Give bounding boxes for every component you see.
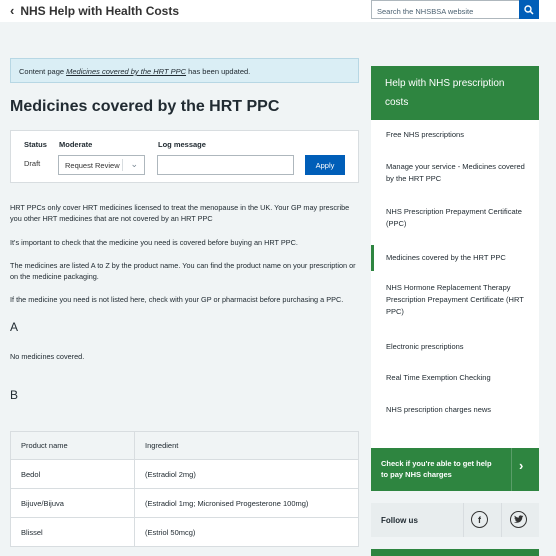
table-row: Bijuve/Bijuva (Estradiol 1mg; Micronised… <box>10 488 359 518</box>
intro-paragraph: HRT PPCs only cover HRT medicines licens… <box>10 203 350 223</box>
back-link-label: NHS Help with Health Costs <box>20 3 180 18</box>
sidebar-item-hrt-medicines[interactable]: Medicines covered by the HRT PPC <box>371 245 539 271</box>
product-cell: Bedol <box>10 459 135 489</box>
section-heading-b: B <box>10 388 19 402</box>
update-notice: Content page Medicines covered by the HR… <box>10 58 359 83</box>
moderate-select[interactable]: Request Review ⌄ <box>58 155 145 175</box>
ingredient-cell: (Estradiol 1mg; Micronised Progesterone … <box>134 488 359 518</box>
chevron-left-icon: ‹ <box>10 3 15 18</box>
search-icon <box>524 4 534 15</box>
page-title: Medicines covered by the HRT PPC <box>10 98 280 115</box>
ingredient-cell: (Estriol 50mcg) <box>134 517 359 547</box>
table-header-row: Product name Ingredient <box>10 431 359 460</box>
back-link[interactable]: ‹ NHS Help with Health Costs <box>10 3 179 18</box>
sidebar-item-charges-news[interactable]: NHS prescription charges news <box>371 404 539 416</box>
chevron-right-icon: › <box>519 458 524 473</box>
follow-divider <box>501 503 502 537</box>
log-message-input[interactable] <box>157 155 294 175</box>
sidebar-item-manage-service[interactable]: Manage your service - Medicines covered … <box>371 161 539 185</box>
column-header-product: Product name <box>10 431 135 460</box>
product-cell: Blissel <box>10 517 135 547</box>
follow-us-label: Follow us <box>381 516 418 525</box>
top-bar: ‹ NHS Help with Health Costs <box>0 0 556 22</box>
moderate-label: Moderate <box>59 140 93 149</box>
follow-divider <box>463 503 464 537</box>
sidebar-list: Free NHS prescriptions Manage your servi… <box>371 120 539 483</box>
table-row: Blissel (Estriol 50mcg) <box>10 517 359 547</box>
sidebar-nav: Help with NHS prescription costs Free NH… <box>371 66 539 483</box>
twitter-bird-glyph <box>513 515 523 523</box>
twitter-icon[interactable] <box>510 511 527 528</box>
search-box <box>371 0 539 20</box>
moderate-select-value: Request Review <box>65 161 120 170</box>
product-cell: Bijuve/Bijuva <box>10 488 135 518</box>
status-value: Draft <box>24 159 41 168</box>
moderation-panel: Status Moderate Log message Draft Reques… <box>10 130 359 183</box>
main-content: Content page Medicines covered by the HR… <box>10 58 359 183</box>
column-header-ingredient: Ingredient <box>134 431 359 460</box>
check-paragraph: It's important to check that the medicin… <box>10 238 298 247</box>
notice-link[interactable]: Medicines covered by the HRT PPC <box>66 67 186 76</box>
search-input[interactable] <box>372 3 520 20</box>
notice-prefix: Content page <box>19 67 67 76</box>
sidebar-item-electronic-prescriptions[interactable]: Electronic prescriptions <box>371 341 539 353</box>
status-label: Status <box>24 140 47 149</box>
sidebar-item-hrt-ppc[interactable]: NHS Hormone Replacement Therapy Prescrip… <box>371 282 539 318</box>
section-heading-a: A <box>10 320 19 334</box>
chevron-down-icon: ⌄ <box>130 159 138 169</box>
section-a-text: No medicines covered. <box>10 352 85 361</box>
log-message-label: Log message <box>158 140 206 149</box>
sidebar-item-free-prescriptions[interactable]: Free NHS prescriptions <box>371 129 539 141</box>
follow-us-bar: Follow us f <box>371 503 539 537</box>
cta-divider <box>511 448 512 491</box>
cta-label: Check if you're able to get help to pay … <box>381 459 492 479</box>
table-row: Bedol (Estradiol 2mg) <box>10 459 359 489</box>
medicines-table: Product name Ingredient Bedol (Estradiol… <box>10 431 359 547</box>
select-divider <box>122 159 123 171</box>
facebook-icon[interactable]: f <box>471 511 488 528</box>
apply-button[interactable]: Apply <box>305 155 345 175</box>
ingredient-cell: (Estradiol 2mg) <box>134 459 359 489</box>
notice-suffix: has been updated. <box>186 67 251 76</box>
sidebar-heading: Help with NHS prescription costs <box>371 66 539 120</box>
search-button[interactable] <box>519 0 539 19</box>
help-charges-cta[interactable]: Check if you're able to get help to pay … <box>371 448 539 491</box>
footer-green-strip <box>371 549 539 556</box>
listing-paragraph: The medicines are listed A to Z by the p… <box>10 261 356 281</box>
not-listed-paragraph: If the medicine you need is not listed h… <box>10 295 344 304</box>
sidebar-item-real-time-exemption[interactable]: Real Time Exemption Checking <box>371 372 539 384</box>
sidebar-item-ppc[interactable]: NHS Prescription Prepayment Certificate … <box>371 206 539 230</box>
